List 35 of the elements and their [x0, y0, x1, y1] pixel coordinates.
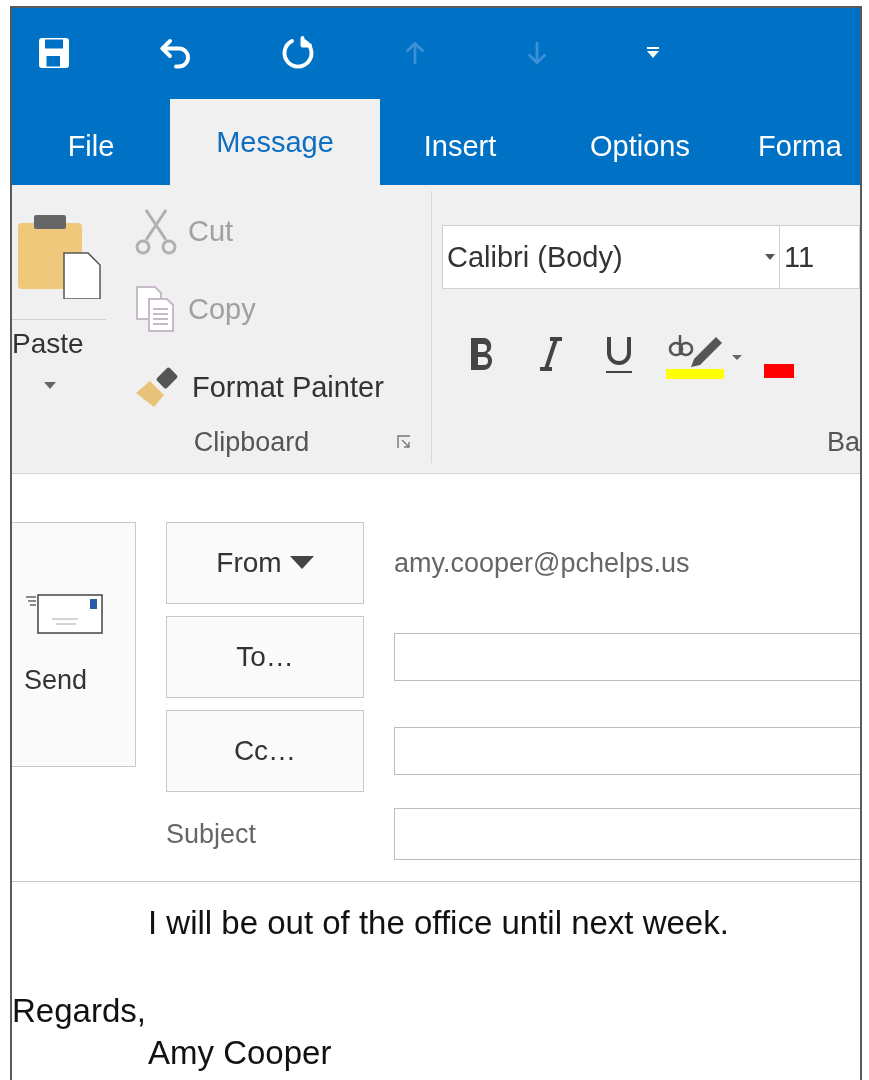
caret-icon: [289, 556, 314, 570]
ribbon-tab[interactable]: Forma: [740, 97, 860, 185]
ribbon-tab[interactable]: File: [12, 97, 170, 185]
send-button[interactable]: Send: [12, 522, 136, 767]
command-label: Copy: [188, 292, 256, 326]
redo-icon[interactable]: [280, 34, 316, 71]
caret-icon: [44, 382, 56, 390]
caret-icon: [765, 254, 775, 260]
paste-button[interactable]: Paste: [12, 191, 106, 401]
command-label: Cut: [188, 214, 234, 248]
clipboard-command[interactable]: Format Painter: [134, 359, 384, 415]
group-label: Ba: [826, 427, 860, 457]
cc-button[interactable]: Cc…: [166, 710, 364, 792]
message-text: Regards,: [12, 992, 147, 1030]
ribbon-tab[interactable]: Message: [170, 99, 380, 185]
group-label: Clipboard: [193, 427, 310, 457]
font-name-dropdown[interactable]: Calibri (Body): [442, 225, 780, 289]
to-field[interactable]: [394, 633, 860, 681]
from-button[interactable]: From: [166, 522, 364, 604]
from-address: amy.cooper@pchelps.us: [394, 547, 690, 579]
message-text: I will be out of the office until next week.: [147, 904, 730, 942]
command-label: Format Painter: [192, 370, 384, 404]
subject-field[interactable]: [394, 808, 860, 860]
font-size-dropdown[interactable]: 11: [780, 225, 860, 289]
customize-icon[interactable]: [646, 46, 660, 59]
cc-field[interactable]: [394, 727, 860, 775]
envelope-icon: [24, 593, 104, 635]
message-text: Amy Cooper: [147, 1034, 333, 1072]
ribbon-tab[interactable]: Options: [540, 97, 740, 185]
italic-icon[interactable]: [538, 335, 564, 373]
subject-label: Subject: [166, 818, 258, 850]
to-button[interactable]: To…: [166, 616, 364, 698]
ribbon-tab[interactable]: Insert: [380, 97, 540, 185]
dialog-launcher-icon[interactable]: [397, 435, 411, 449]
clipboard-icon: [18, 213, 102, 299]
